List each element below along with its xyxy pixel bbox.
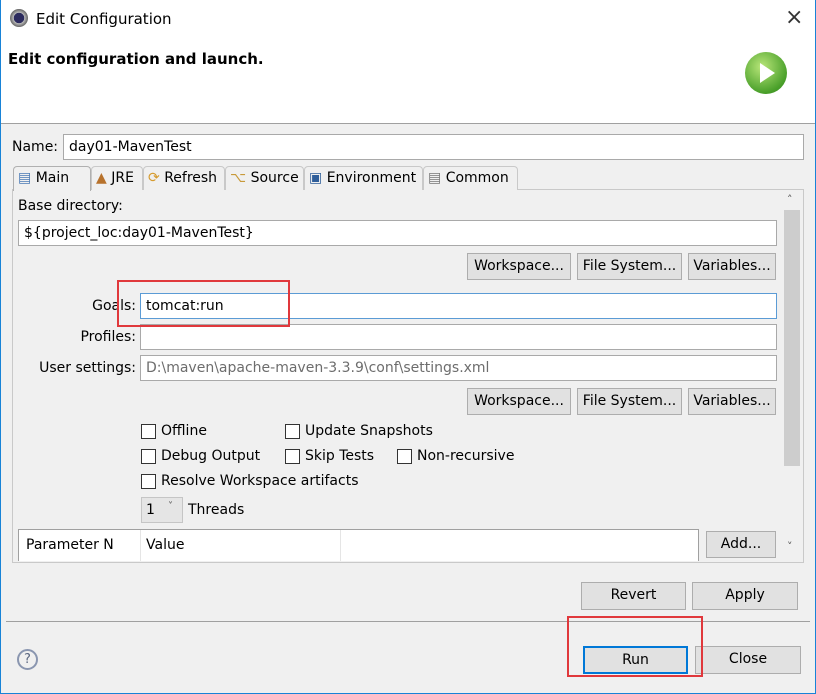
title-bar: Edit Configuration × [1, 0, 815, 38]
tab-jre[interactable]: ▲ JRE [91, 166, 143, 190]
tab-environment[interactable]: ▣ Environment [304, 166, 423, 190]
scrollbar[interactable]: ˄ ˅ [783, 192, 801, 559]
base-directory-label: Base directory: [18, 198, 123, 214]
debug-output-label: Debug Output [161, 448, 261, 464]
profiles-label: Profiles: [80, 329, 136, 345]
resolve-workspace-checkbox[interactable] [141, 474, 156, 489]
environment-icon: ▣ [309, 170, 323, 186]
scroll-up-arrow[interactable]: ˄ [787, 193, 793, 206]
chevron-down-icon: ˅ [168, 501, 173, 512]
jre-icon: ▲ [96, 170, 107, 186]
header-title: Edit configuration and launch. [8, 50, 264, 68]
debug-output-checkbox[interactable] [141, 449, 156, 464]
skip-tests-label: Skip Tests [305, 448, 375, 464]
profiles-input[interactable] [140, 324, 777, 350]
tab-source[interactable]: ⌥ Source [225, 166, 304, 190]
revert-button[interactable]: Revert [581, 582, 686, 610]
run-play-icon [745, 52, 787, 94]
non-recursive-label: Non-recursive [417, 448, 515, 464]
dialog-header: Edit configuration and launch. [1, 38, 815, 124]
tab-common[interactable]: ▤ Common [423, 166, 518, 190]
tab-main[interactable]: ▤ Main [13, 166, 91, 191]
run-highlight-box [567, 616, 703, 677]
eclipse-icon [10, 9, 28, 27]
table-header-value[interactable]: Value [146, 535, 184, 555]
update-snapshots-label: Update Snapshots [305, 423, 433, 439]
workspace-button[interactable]: Workspace... [467, 253, 571, 280]
scrollbar-thumb[interactable] [784, 210, 800, 466]
help-icon[interactable]: ? [17, 649, 38, 670]
file-system-button-2[interactable]: File System... [577, 388, 682, 415]
user-settings-label: User settings: [39, 360, 136, 376]
source-icon: ⌥ [230, 170, 247, 186]
parameters-table[interactable]: Parameter N Value [18, 529, 699, 561]
variables-button[interactable]: Variables... [688, 253, 776, 280]
window-title: Edit Configuration [36, 10, 172, 28]
offline-checkbox[interactable] [141, 424, 156, 439]
main-icon: ▤ [18, 170, 32, 186]
close-icon[interactable]: × [785, 5, 803, 30]
user-settings-input[interactable]: D:\maven\apache-maven-3.3.9\conf\setting… [140, 355, 777, 381]
goals-highlight-box [117, 280, 290, 327]
update-snapshots-checkbox[interactable] [285, 424, 300, 439]
resolve-workspace-label: Resolve Workspace artifacts [161, 473, 359, 489]
refresh-icon: ⟳ [148, 170, 160, 186]
file-system-button[interactable]: File System... [577, 253, 682, 280]
non-recursive-checkbox[interactable] [397, 449, 412, 464]
tab-refresh[interactable]: ⟳ Refresh [143, 166, 225, 190]
name-input[interactable]: day01-MavenTest [63, 134, 804, 160]
add-parameter-button[interactable]: Add... [706, 531, 776, 558]
threads-label: Threads [188, 502, 245, 518]
close-button[interactable]: Close [695, 646, 801, 674]
skip-tests-checkbox[interactable] [285, 449, 300, 464]
variables-button-2[interactable]: Variables... [688, 388, 776, 415]
threads-dropdown[interactable]: 1 ˅ [141, 497, 183, 523]
common-icon: ▤ [428, 170, 442, 186]
apply-button[interactable]: Apply [692, 582, 798, 610]
scroll-down-arrow[interactable]: ˅ [787, 540, 793, 553]
table-header-parameter[interactable]: Parameter N [26, 535, 114, 555]
workspace-button-2[interactable]: Workspace... [467, 388, 571, 415]
name-label: Name: [12, 139, 59, 155]
base-directory-input[interactable]: ${project_loc:day01-MavenTest} [18, 220, 777, 246]
offline-label: Offline [161, 423, 207, 439]
